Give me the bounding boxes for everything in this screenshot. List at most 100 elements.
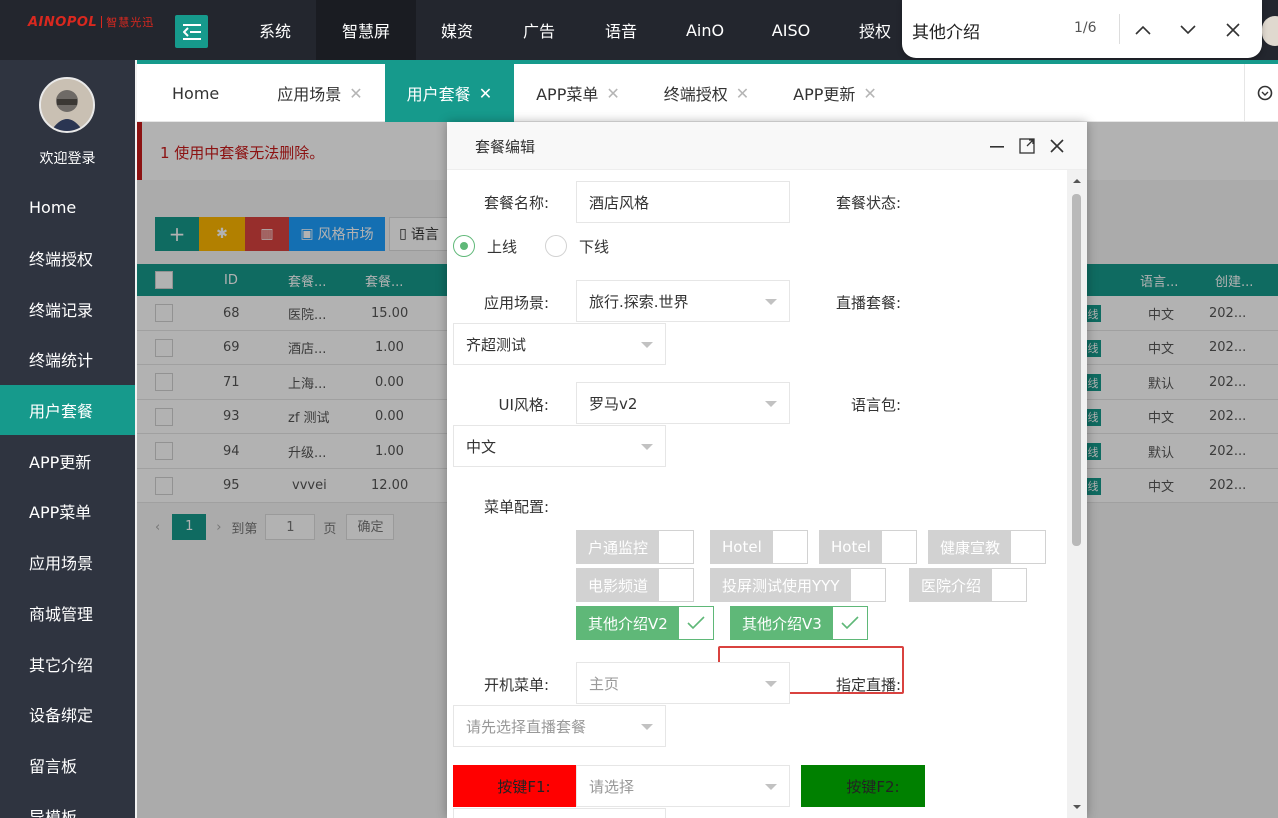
menu-checkbox[interactable]: 投屏测试使用YYY: [710, 568, 886, 602]
tab-close-icon[interactable]: ✕: [736, 84, 749, 103]
sidebar-item-home[interactable]: Home: [0, 182, 135, 233]
tab-close-icon[interactable]: ✕: [863, 84, 876, 103]
find-bar: 其他介绍 1/6: [902, 0, 1262, 58]
sidebar-item-mall[interactable]: 商城管理: [0, 588, 135, 639]
tab-label: APP更新: [793, 85, 856, 104]
sidebar-item-app-menu[interactable]: APP菜单: [0, 486, 135, 537]
find-prev-button[interactable]: [1128, 15, 1158, 45]
check-icon: [841, 616, 859, 630]
menu-checkbox[interactable]: Hotel: [710, 530, 808, 564]
radio-label: 下线: [579, 237, 610, 256]
tab-label: 终端授权: [663, 85, 728, 104]
modal-close-button[interactable]: [1047, 136, 1067, 156]
language-pack-label: 语言包:: [850, 396, 901, 414]
menu-checkbox[interactable]: Hotel: [819, 530, 917, 564]
top-nav-aino[interactable]: AinO: [662, 0, 748, 60]
status-radio-online[interactable]: 上线: [453, 235, 517, 257]
modal-header: 套餐编辑: [447, 122, 1087, 170]
menu-checkbox-label: 投屏测试使用YYY: [711, 569, 851, 601]
key-f2-select-partial[interactable]: [453, 808, 666, 818]
assign-live-select[interactable]: 请先选择直播套餐: [453, 705, 666, 747]
maximize-icon: [1019, 138, 1035, 154]
sidebar-item-other-intro[interactable]: 其它介绍: [0, 638, 135, 689]
caret-down-icon: [765, 299, 777, 305]
sidebar-item-terminal-records[interactable]: 终端记录: [0, 283, 135, 334]
name-label: 套餐名称:: [483, 194, 549, 212]
scroll-down-arrow-icon: [1073, 805, 1081, 809]
tab-menu-button[interactable]: [1244, 64, 1278, 122]
find-next-button[interactable]: [1173, 15, 1203, 45]
modal-scrollbar[interactable]: [1067, 170, 1087, 818]
sidebar-item-user-packages[interactable]: 用户套餐: [0, 384, 135, 436]
avatar-icon: [41, 79, 93, 131]
caret-down-icon: [765, 401, 777, 407]
sidebar-item-terminal-license[interactable]: 终端授权: [0, 233, 135, 284]
top-nav-ads[interactable]: 广告: [498, 0, 580, 60]
sidebar-item-app-scenes[interactable]: 应用场景: [0, 537, 135, 588]
tab-home[interactable]: Home: [137, 64, 255, 122]
menu-checkbox-checked[interactable]: 其他介绍V2: [576, 606, 714, 640]
key-f1-select[interactable]: 请选择: [576, 765, 790, 807]
tab-app-update[interactable]: APP更新 ✕: [771, 64, 899, 122]
sidebar-item-terminal-stats[interactable]: 终端统计: [0, 334, 135, 385]
menu-checkbox[interactable]: 健康宣教: [928, 530, 1047, 564]
radio-icon: [545, 235, 567, 257]
menu-checkbox[interactable]: 医院介绍: [909, 568, 1028, 602]
tab-close-icon[interactable]: ✕: [479, 84, 492, 103]
boot-menu-select[interactable]: 主页: [576, 662, 790, 704]
tab-close-icon[interactable]: ✕: [349, 84, 362, 103]
sidebar-item-device-binding[interactable]: 设备绑定: [0, 689, 135, 740]
sidebar-item-app-update[interactable]: APP更新: [0, 435, 135, 486]
package-name-input[interactable]: 酒店风格: [576, 181, 790, 223]
menu-checkbox-label: 其他介绍V2: [577, 607, 679, 639]
top-nav-smart-screen[interactable]: 智慧屏: [316, 0, 416, 60]
status-radio-offline[interactable]: 下线: [545, 235, 609, 257]
boot-menu-label: 开机菜单:: [483, 676, 549, 694]
scene-select[interactable]: 旅行.探索.世界: [576, 280, 790, 322]
menu-checkbox[interactable]: 电影频道: [576, 568, 695, 602]
ui-style-select[interactable]: 罗马v2: [576, 382, 790, 424]
tab-app-menu[interactable]: APP菜单 ✕: [514, 64, 642, 122]
chevron-up-icon: [1135, 25, 1151, 35]
ui-style-label: UI风格:: [498, 396, 549, 414]
maximize-button[interactable]: [1017, 136, 1037, 156]
tab-app-scenes[interactable]: 应用场景 ✕: [255, 64, 384, 122]
menu-checkbox-label: 健康宣教: [929, 531, 1012, 563]
boot-menu-select-value: 主页: [589, 674, 620, 693]
top-nav-system[interactable]: 系统: [234, 0, 316, 60]
tab-close-icon[interactable]: ✕: [606, 84, 619, 103]
sidebar-item-template[interactable]: 导模板: [0, 790, 135, 818]
logo-cn: 智慧光迅: [106, 16, 155, 29]
caret-down-icon: [765, 784, 777, 790]
menu-checkbox-label: 电影频道: [577, 569, 660, 601]
caret-down-icon: [641, 724, 653, 730]
ui-style-select-value: 罗马v2: [589, 394, 638, 413]
radio-icon: [453, 235, 475, 257]
menu-checkbox[interactable]: 户通监控: [576, 530, 695, 564]
modal-body: 套餐名称: 酒店风格 套餐状态: 上线 下线 应用场景: 旅行.探索.世界 直播…: [447, 170, 1067, 818]
assign-live-label: 指定直播:: [835, 676, 901, 694]
menu-checkbox-label: 户通监控: [577, 531, 660, 563]
scrollbar-thumb[interactable]: [1072, 194, 1081, 546]
tab-label: 用户套餐: [406, 85, 471, 104]
find-close-button[interactable]: [1218, 15, 1248, 45]
top-nav-media[interactable]: 媒资: [416, 0, 498, 60]
menu-checkbox-label: Hotel: [711, 531, 773, 563]
circle-down-icon: [1257, 85, 1272, 101]
sidebar-toggle-button[interactable]: [175, 15, 208, 48]
find-input[interactable]: 其他介绍: [912, 18, 980, 43]
top-nav-aiso[interactable]: AISO: [748, 0, 834, 60]
radio-label: 上线: [487, 237, 518, 256]
menu-checkbox-checked[interactable]: 其他介绍V3: [730, 606, 868, 640]
minimize-button[interactable]: [987, 136, 1007, 156]
user-avatar[interactable]: [1262, 16, 1278, 46]
top-nav-voice[interactable]: 语音: [580, 0, 662, 60]
sidebar-item-message-board[interactable]: 留言板: [0, 740, 135, 791]
live-package-select[interactable]: 齐超测试: [453, 323, 666, 365]
sidebar-avatar[interactable]: [39, 77, 95, 133]
language-pack-select[interactable]: 中文: [453, 425, 666, 467]
logo-text: AINOPOL: [28, 14, 98, 30]
tab-user-packages[interactable]: 用户套餐 ✕: [384, 64, 515, 122]
tab-terminal-license[interactable]: 终端授权 ✕: [642, 64, 771, 122]
menu-collapse-icon: [182, 23, 201, 40]
